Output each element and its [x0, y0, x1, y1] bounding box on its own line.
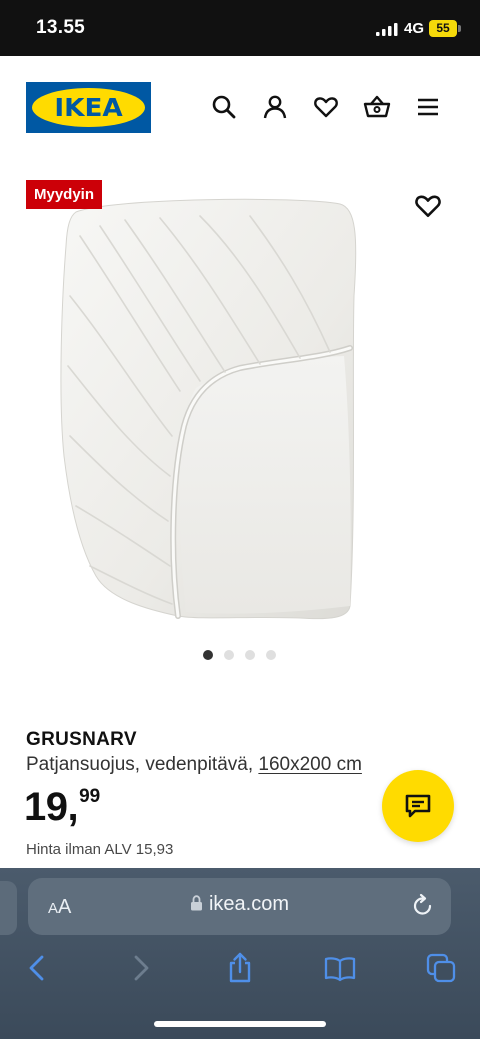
lock-icon	[190, 895, 202, 911]
back-icon[interactable]	[22, 952, 54, 984]
product-description: Patjansuojus, vedenpitävä, 160x200 cm	[26, 754, 362, 776]
url-text: ikea.com	[208, 893, 290, 915]
carousel-dot-2[interactable]	[224, 650, 234, 660]
carousel-dot-4[interactable]	[266, 650, 276, 660]
product-type: Patjansuojus, vedenpitävä,	[26, 754, 259, 775]
signal-icon	[376, 23, 398, 36]
forward-icon[interactable]	[124, 952, 156, 984]
address-bar[interactable]: AA ikea.com	[28, 878, 451, 935]
battery-tip	[458, 25, 461, 32]
site-header: IKEA	[0, 56, 480, 160]
chat-bubble-icon	[405, 794, 431, 818]
home-indicator	[154, 1021, 326, 1027]
product-image[interactable]	[0, 176, 480, 636]
logo-oval: IKEA	[32, 88, 145, 127]
tabs-icon[interactable]	[425, 952, 457, 984]
network-label: 4G	[404, 20, 425, 37]
menu-icon[interactable]	[413, 92, 443, 122]
status-time: 13.55	[36, 17, 86, 38]
browser-toolbar: AA ikea.com	[0, 868, 480, 1039]
price-decimals: 99	[79, 786, 101, 807]
search-icon[interactable]	[209, 92, 239, 122]
size-link[interactable]: 160x200 cm	[258, 754, 362, 775]
favourite-heart-icon[interactable]	[414, 192, 442, 220]
url-display[interactable]: ikea.com	[28, 893, 451, 916]
price-without-vat: Hinta ilman ALV 15,93	[26, 841, 174, 858]
share-icon[interactable]	[224, 952, 256, 984]
bestseller-badge: Myydyin	[26, 180, 103, 209]
carousel-dot-3[interactable]	[245, 650, 255, 660]
image-carousel-dots	[203, 650, 276, 660]
reload-icon[interactable]	[410, 893, 436, 919]
chat-button[interactable]	[382, 770, 454, 842]
price-integer: 19,	[24, 785, 79, 829]
previous-tab-preview[interactable]	[0, 881, 17, 935]
basket-icon[interactable]	[362, 92, 392, 122]
carousel-dot-1[interactable]	[203, 650, 213, 660]
ikea-logo[interactable]: IKEA	[26, 82, 151, 133]
heart-icon[interactable]	[311, 92, 341, 122]
user-icon[interactable]	[260, 92, 290, 122]
product-price: 19,99	[24, 785, 100, 830]
bookmarks-icon[interactable]	[324, 952, 356, 984]
status-bar: 13.55 4G 55	[0, 0, 480, 56]
logo-text: IKEA	[54, 93, 123, 122]
battery-icon: 55	[429, 20, 457, 37]
product-name: GRUSNARV	[26, 729, 137, 750]
